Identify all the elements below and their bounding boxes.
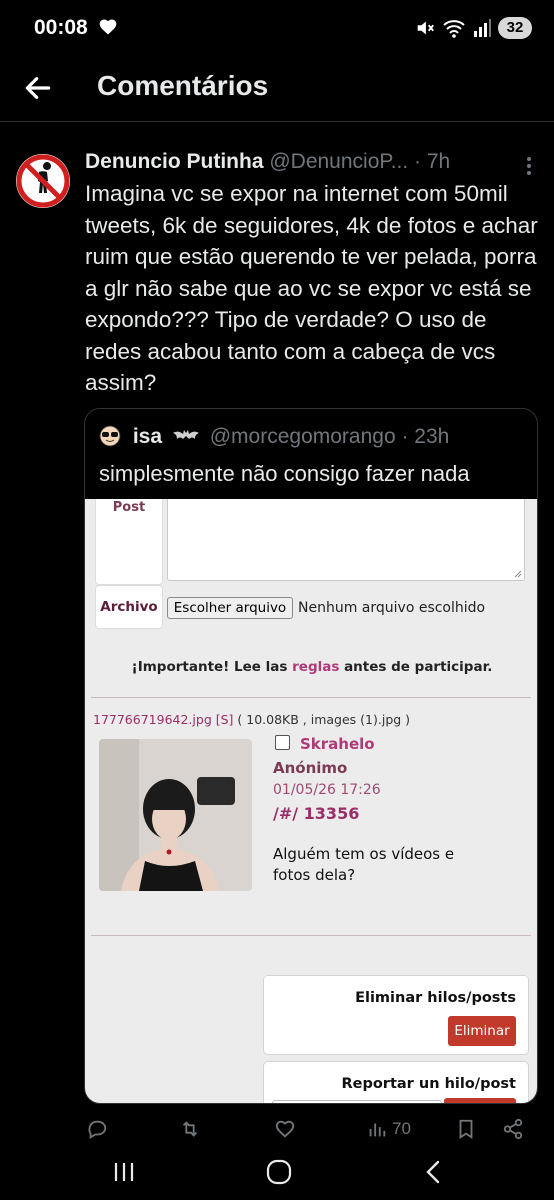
resize-handle-icon	[514, 570, 522, 578]
signal-icon	[474, 19, 491, 37]
recent-apps-icon[interactable]	[110, 1158, 138, 1186]
choose-file-button: Escolher arquivo	[167, 597, 293, 619]
post-number: /#/ 13356	[273, 804, 360, 823]
quote-author-handle[interactable]: @morcegomorango	[210, 425, 396, 448]
status-icons	[414, 17, 492, 39]
heart-outline-icon	[275, 1120, 295, 1138]
share-icon	[503, 1118, 523, 1140]
post-textarea	[167, 499, 525, 581]
author-name[interactable]: Denuncio Putinha	[85, 150, 264, 173]
like-button[interactable]	[274, 1118, 296, 1140]
delete-box: Eliminar hilos/posts Eliminar	[263, 975, 529, 1055]
rules-link: reglas	[292, 659, 340, 675]
views-count: 70	[392, 1119, 411, 1138]
post-author: Anónimo	[273, 759, 348, 777]
avatar[interactable]	[16, 154, 70, 208]
delete-title: Eliminar hilos/posts	[355, 990, 516, 1006]
status-time: 00:08	[34, 16, 88, 39]
rules-notice-suffix: antes de participar.	[339, 659, 493, 675]
post-label: Post	[95, 499, 163, 585]
repost-icon	[182, 1121, 198, 1137]
views-chart-icon	[369, 1123, 386, 1137]
report-input	[272, 1100, 442, 1103]
divider	[91, 935, 531, 936]
reply-icon	[88, 1120, 107, 1139]
bookmark-button[interactable]	[456, 1118, 476, 1140]
report-button	[444, 1098, 516, 1103]
author-handle[interactable]: @DenuncioP...	[269, 150, 408, 173]
status-bar: 00:08 32	[0, 0, 554, 56]
quote-age: · 23h	[401, 425, 450, 448]
archivo-label: Archivo	[95, 585, 163, 629]
file-name: 177766719642.jpg	[93, 712, 212, 727]
selfie-photo	[99, 739, 252, 891]
sunglasses-emoji-icon	[99, 425, 121, 447]
post-body: Alguém tem os vídeos e fotos dela?	[273, 845, 455, 884]
share-button[interactable]	[502, 1118, 524, 1140]
quote-media-screenshot[interactable]: Post Archivo Escolher arquivo Nenhum arq…	[85, 499, 537, 1103]
mute-icon	[417, 21, 434, 35]
page-header: Comentários	[0, 56, 554, 122]
post-subject: Skrahelo	[300, 735, 375, 753]
tweet-text: Imagina vc se expor na internet com 50mi…	[85, 181, 538, 395]
reply-button[interactable]	[86, 1118, 108, 1140]
post-date: 01/05/26 17:26	[273, 782, 381, 798]
battery-indicator: 32	[498, 17, 532, 39]
post-thumbnail	[99, 739, 252, 891]
repost-button[interactable]	[178, 1118, 202, 1140]
no-file-text: Nenhum arquivo escolhido	[298, 600, 486, 616]
more-options-icon[interactable]	[526, 156, 532, 176]
views-button[interactable]: 70	[366, 1118, 411, 1140]
page-title: Comentários	[97, 70, 269, 101]
divider	[91, 697, 531, 698]
delete-button: Eliminar	[448, 1016, 516, 1046]
rules-notice: ¡Importante! Lee las reglas antes de par…	[85, 659, 537, 675]
tweet-header: Denuncio Putinha @DenuncioP... · 7h	[85, 150, 540, 180]
prohibited-figure-icon	[16, 154, 70, 208]
post-checkbox	[275, 735, 290, 750]
home-icon[interactable]	[265, 1158, 293, 1186]
arrow-left-icon[interactable]	[22, 72, 54, 104]
bookmark-icon	[459, 1119, 473, 1139]
system-nav-bar	[0, 1146, 554, 1200]
tweet-age: · 7h	[414, 150, 451, 173]
file-flag: [S]	[215, 712, 234, 727]
report-box: Reportar un hilo/post	[263, 1061, 529, 1103]
quote-text: simplesmente não consigo fazer nada	[99, 461, 470, 486]
quoted-tweet[interactable]: isa @morcegomorango · 23h simplesmente n…	[84, 408, 538, 1104]
tweet-actions: 70	[84, 1112, 538, 1146]
rules-notice-prefix: ¡Importante! Lee las	[131, 659, 293, 675]
heart-icon	[99, 19, 117, 35]
quote-author-name[interactable]: isa	[133, 425, 162, 448]
file-info: 177766719642.jpg [S] ( 10.08KB , images …	[93, 712, 410, 727]
file-meta: ( 10.08KB , images (1).jpg )	[237, 712, 411, 727]
report-title: Reportar un hilo/post	[341, 1076, 516, 1092]
bat-icon	[172, 430, 199, 439]
wifi-icon	[443, 20, 465, 38]
nav-back-icon[interactable]	[420, 1158, 448, 1186]
quote-header: isa @morcegomorango · 23h	[99, 425, 449, 449]
